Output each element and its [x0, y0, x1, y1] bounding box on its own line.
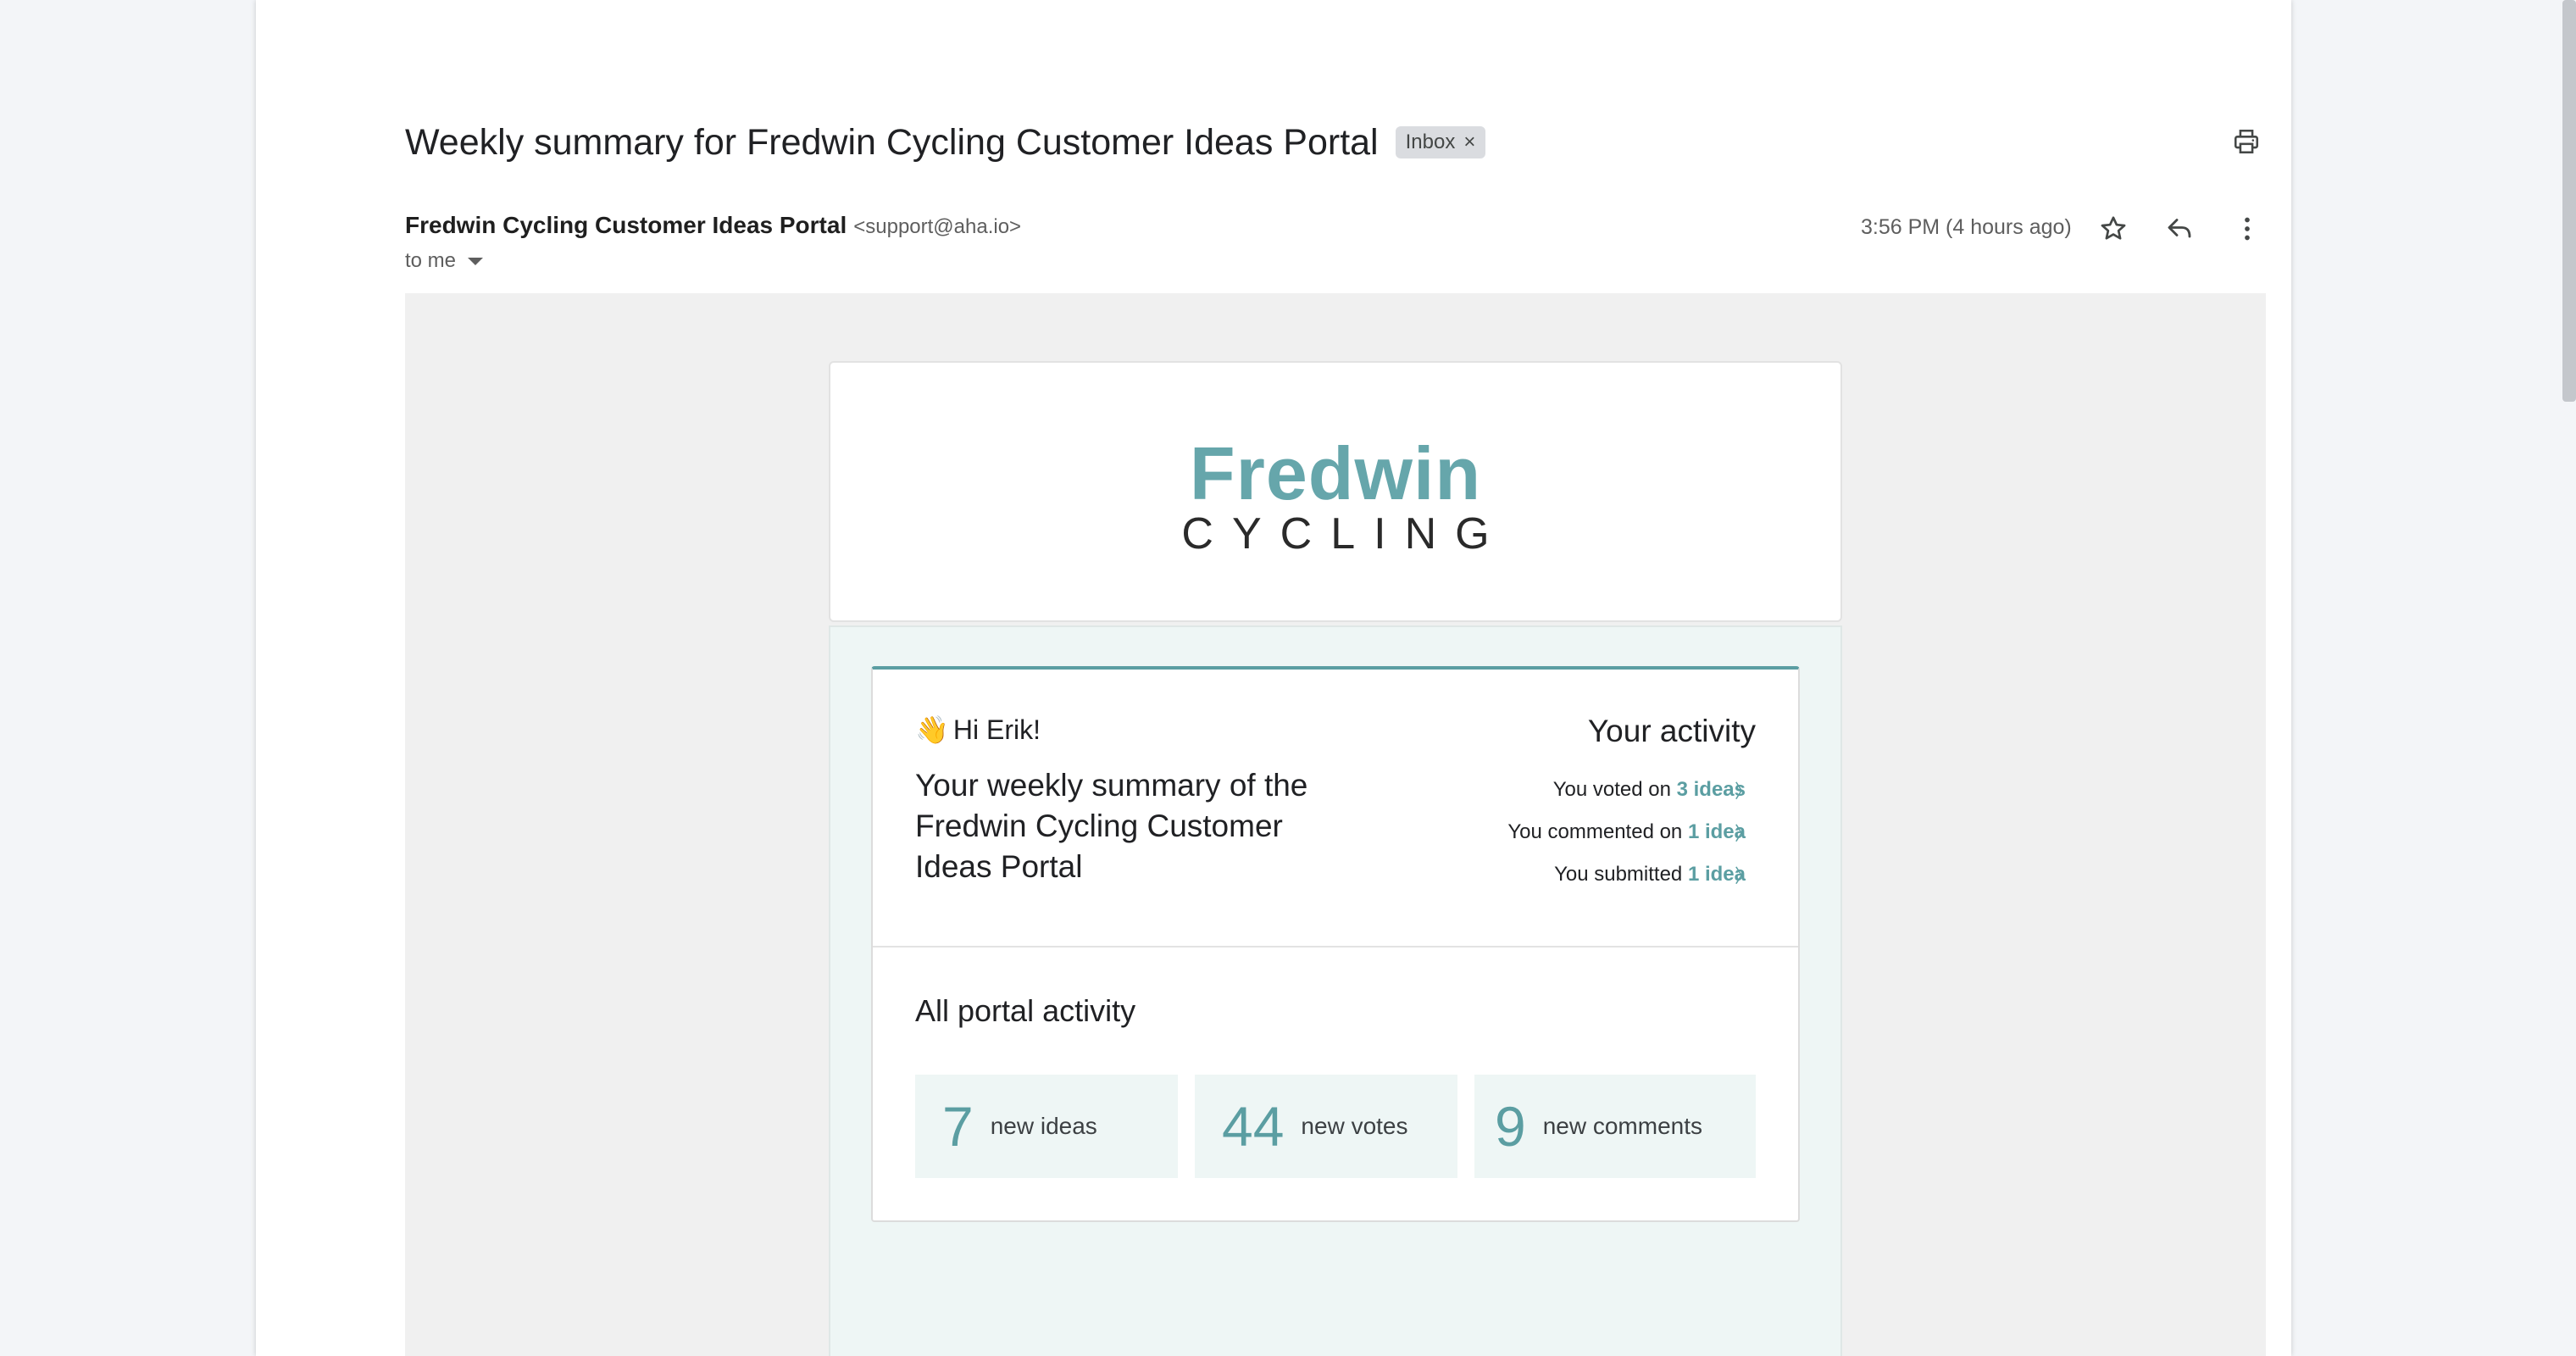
stat-number: 9 [1495, 1095, 1526, 1158]
close-icon[interactable]: × [1463, 131, 1475, 154]
activity-commented-prefix: You commented on [1507, 820, 1683, 843]
sender-row: Fredwin Cycling Customer Ideas Portal <s… [405, 212, 1021, 239]
email-subject: Weekly summary for Fredwin Cycling Custo… [405, 121, 1379, 163]
greeting: 👋 Hi Erik! [915, 714, 1041, 746]
card-divider [873, 946, 1798, 948]
subject-row: Weekly summary for Fredwin Cycling Custo… [405, 115, 1486, 170]
chevron-right-icon[interactable]: 〉 [1735, 861, 1753, 888]
your-activity-title: Your activity [1587, 714, 1756, 748]
star-icon [2101, 216, 2126, 240]
brand-logo-cycling: CYCLING [1181, 509, 1508, 559]
portal-activity-title: All portal activity [915, 993, 1136, 1028]
reply-button[interactable] [2157, 207, 2201, 251]
more-vert-icon [2245, 217, 2250, 241]
logo-card: Fredwin CYCLING [829, 361, 1842, 622]
stat-label: new comments [1542, 1113, 1703, 1139]
star-button[interactable] [2091, 207, 2135, 251]
activity-submitted: You submitted 1 idea [1407, 863, 1746, 886]
activity-submitted-prefix: You submitted [1554, 863, 1683, 886]
chevron-right-icon[interactable]: 〉 [1735, 776, 1753, 803]
inbox-label-chip[interactable]: Inbox × [1395, 126, 1486, 158]
stat-label: new votes [1301, 1113, 1408, 1139]
inbox-label-text: Inbox [1405, 131, 1456, 153]
stat-new-comments: 9 new comments [1474, 1075, 1756, 1178]
email-timestamp: 3:56 PM (4 hours ago) [1861, 215, 2072, 239]
brand-logo-fredwin: Fredwin [1189, 431, 1482, 515]
print-icon [2234, 129, 2259, 154]
activity-voted-prefix: You voted on [1552, 778, 1671, 801]
more-options-button[interactable] [2225, 207, 2269, 251]
stat-new-votes: 44 new votes [1195, 1075, 1457, 1178]
stat-number: 44 [1222, 1095, 1285, 1158]
stat-label: new ideas [990, 1113, 1097, 1139]
recipient-details-toggle[interactable]: to me [405, 249, 484, 273]
chevron-down-icon[interactable] [468, 257, 484, 265]
activity-voted: You voted on 3 ideas [1407, 778, 1746, 802]
greeting-text: Hi Erik! [952, 714, 1041, 745]
chevron-right-icon[interactable]: 〉 [1735, 819, 1753, 846]
sender-email: <support@aha.io> [853, 215, 1022, 238]
reply-icon [2168, 219, 2191, 238]
wave-icon: 👋 [915, 714, 949, 745]
summary-intro: Your weekly summary of the Fredwin Cycli… [915, 768, 1308, 884]
activity-commented: You commented on 1 idea [1407, 820, 1746, 844]
scrollbar-thumb[interactable] [2562, 0, 2576, 402]
stat-number: 7 [942, 1095, 974, 1158]
stat-new-ideas: 7 new ideas [915, 1075, 1178, 1178]
sender-name[interactable]: Fredwin Cycling Customer Ideas Portal [405, 212, 847, 239]
recipient-text: to me [405, 249, 457, 272]
print-button[interactable] [2225, 120, 2268, 163]
